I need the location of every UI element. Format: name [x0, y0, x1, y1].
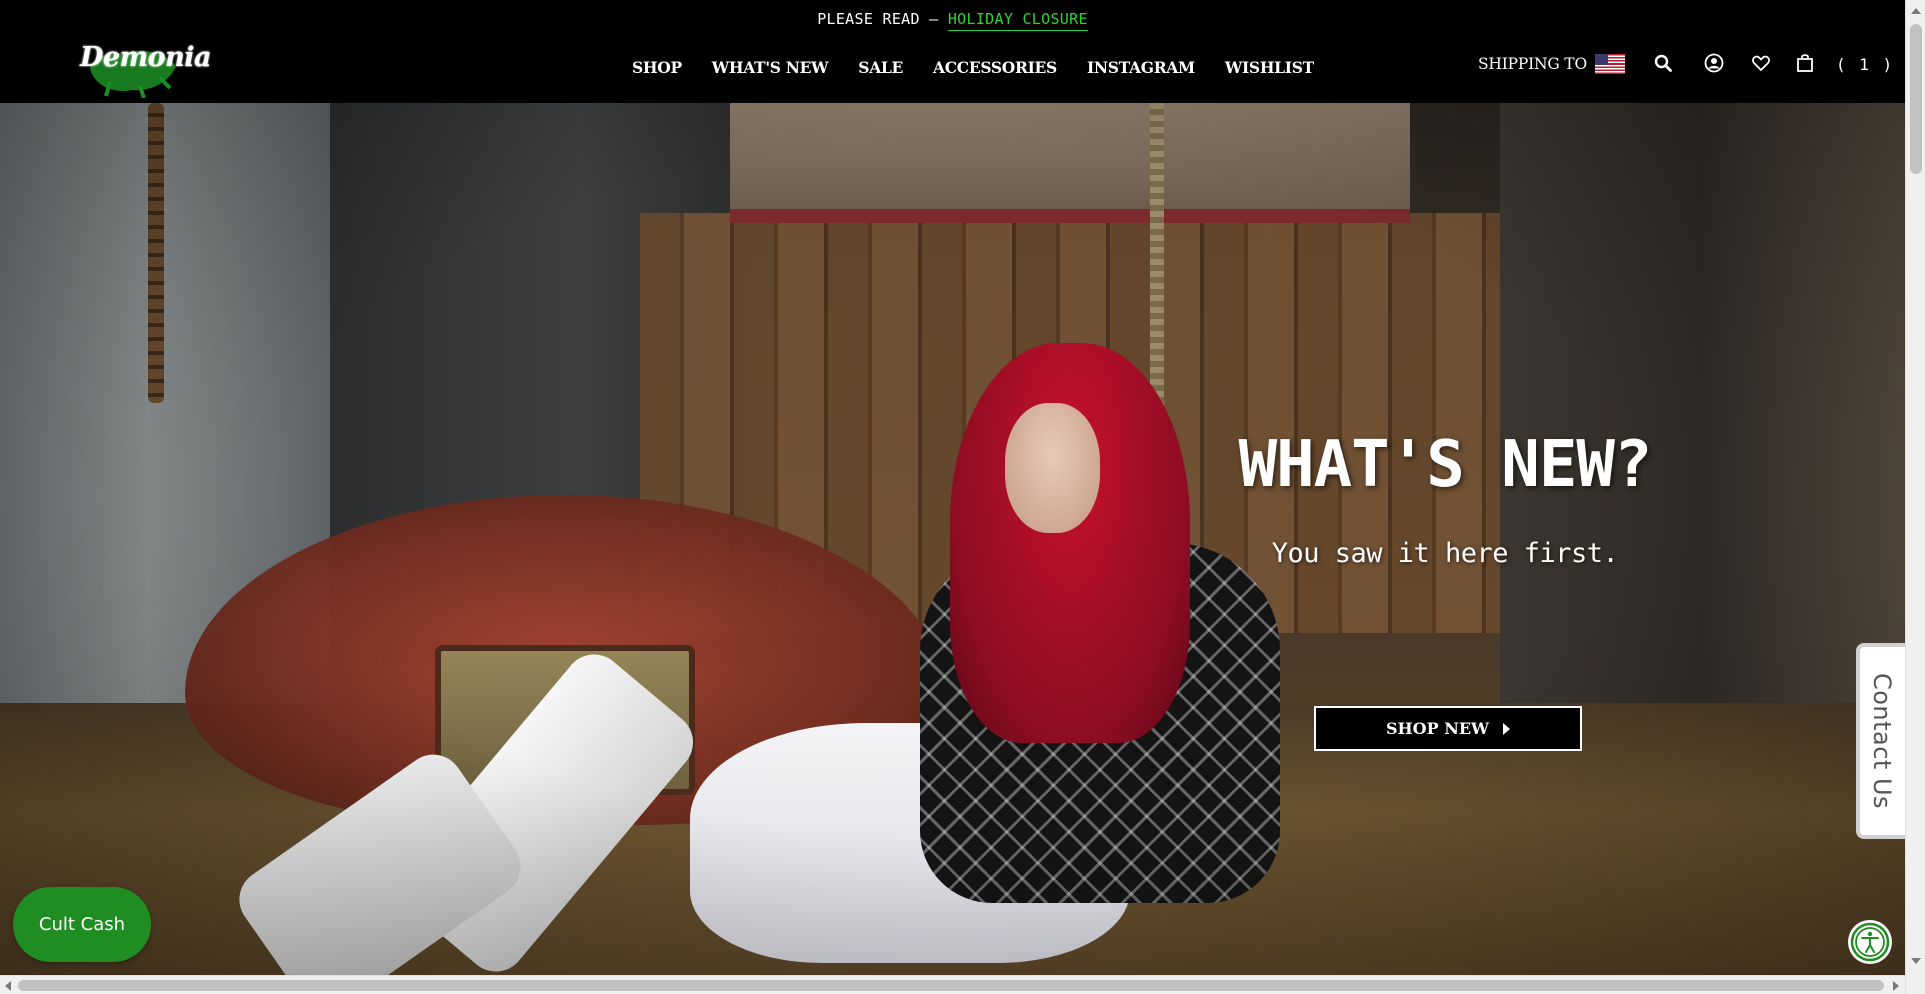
- announcement-bar: PLEASE READ – HOLIDAY CLOSURE: [0, 10, 1905, 31]
- holiday-closure-link[interactable]: HOLIDAY CLOSURE: [947, 10, 1088, 31]
- scroll-right-icon[interactable]: [1893, 981, 1899, 991]
- vertical-scrollbar[interactable]: [1905, 0, 1925, 994]
- shopping-bag-icon[interactable]: [1794, 52, 1816, 74]
- us-flag-icon: [1594, 54, 1625, 74]
- nav-item-instagram[interactable]: INSTAGRAM: [1087, 58, 1195, 77]
- nav-item-accessories[interactable]: ACCESSORIES: [933, 58, 1057, 77]
- site-header: PLEASE READ – HOLIDAY CLOSURE Demonia SH…: [0, 0, 1905, 103]
- main-nav: SHOP WHAT'S NEW SALE ACCESSORIES INSTAGR…: [632, 58, 1344, 77]
- announcement-prefix: PLEASE READ –: [817, 10, 948, 28]
- scroll-down-icon[interactable]: [1911, 958, 1921, 964]
- hero-subtitle: You saw it here first.: [1271, 538, 1619, 569]
- scroll-left-icon[interactable]: [5, 981, 11, 991]
- shipping-label: SHIPPING TO: [1478, 55, 1587, 73]
- shipping-selector[interactable]: SHIPPING TO: [1478, 54, 1625, 74]
- shop-new-button[interactable]: SHOP NEW: [1314, 706, 1582, 751]
- cult-cash-label: Cult Cash: [38, 914, 126, 935]
- cult-cash-button[interactable]: Cult Cash: [13, 887, 151, 962]
- search-icon[interactable]: [1652, 52, 1674, 74]
- contact-us-label: Contact Us: [1868, 672, 1897, 810]
- logo-text: Demonia: [80, 42, 212, 73]
- demonia-logo[interactable]: Demonia: [80, 38, 212, 98]
- nav-item-sale[interactable]: SALE: [858, 58, 903, 77]
- scroll-up-icon[interactable]: [1911, 8, 1921, 14]
- heart-icon[interactable]: [1750, 52, 1772, 74]
- horizontal-scroll-thumb[interactable]: [18, 980, 1884, 991]
- shop-new-label: SHOP NEW: [1386, 719, 1489, 738]
- caret-right-icon: [1503, 722, 1510, 735]
- horizontal-scrollbar[interactable]: [0, 975, 1905, 994]
- contact-us-tab[interactable]: Contact Us: [1856, 643, 1905, 839]
- nav-item-whats-new[interactable]: WHAT'S NEW: [712, 58, 829, 77]
- vertical-scroll-thumb[interactable]: [1910, 24, 1922, 174]
- accessibility-icon[interactable]: [1848, 920, 1892, 964]
- hero-title: WHAT'S NEW?: [1238, 428, 1653, 502]
- cart-count[interactable]: ( 1 ): [1836, 55, 1894, 74]
- nav-item-shop[interactable]: SHOP: [632, 58, 682, 77]
- account-icon[interactable]: [1703, 52, 1725, 74]
- nav-item-wishlist[interactable]: WISHLIST: [1225, 58, 1314, 77]
